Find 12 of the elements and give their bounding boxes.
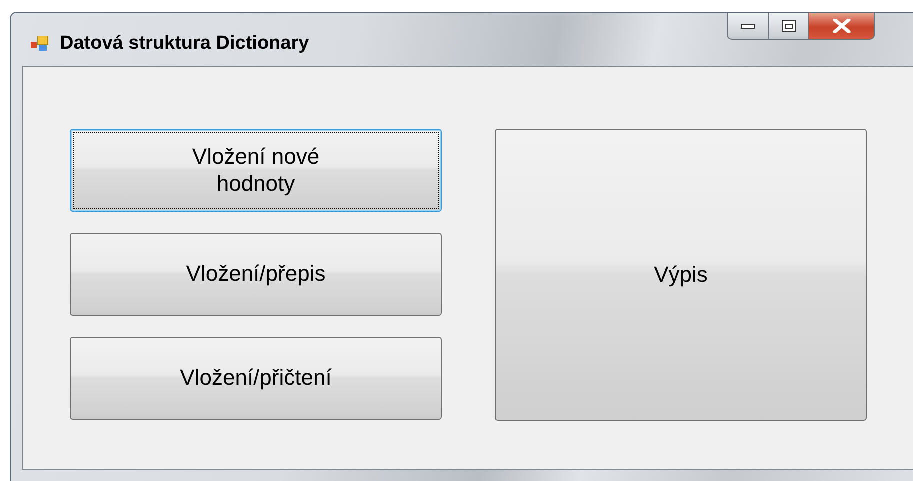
- app-icon: [31, 36, 49, 52]
- close-button[interactable]: [809, 13, 875, 40]
- maximize-button[interactable]: [769, 13, 809, 40]
- maximize-icon: [782, 20, 796, 32]
- close-icon: [832, 19, 850, 33]
- form-button[interactable]: Výpis: [495, 129, 867, 421]
- form-button[interactable]: Vložení/přičtení: [70, 337, 442, 420]
- minimize-button[interactable]: [727, 13, 769, 40]
- window-title: Datová struktura Dictionary: [60, 33, 310, 55]
- form-button[interactable]: Vložení nové hodnoty: [70, 129, 442, 212]
- minimize-icon: [741, 24, 755, 28]
- form-button[interactable]: Vložení/přepis: [70, 233, 442, 316]
